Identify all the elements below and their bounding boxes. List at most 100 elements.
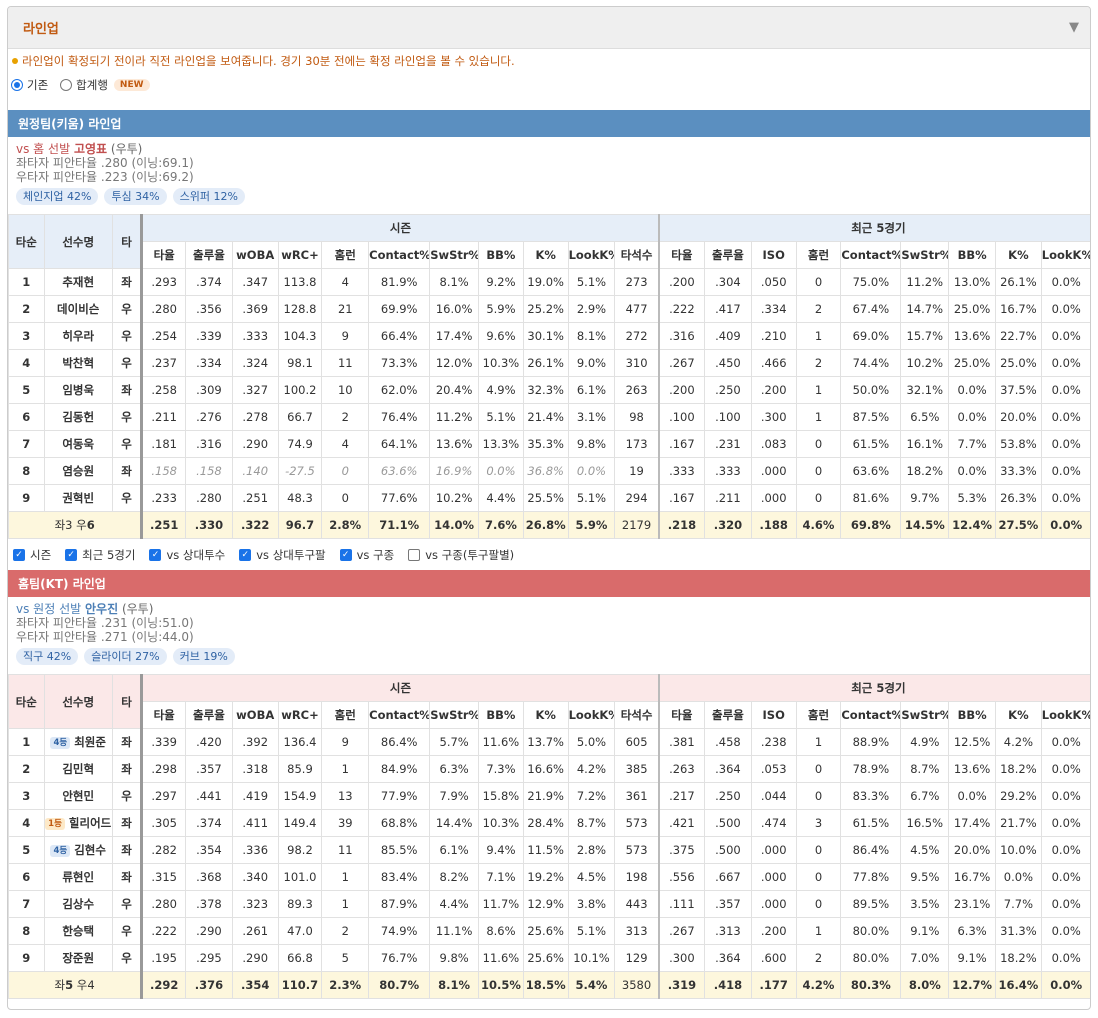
col-season-stat[interactable]: Contact% bbox=[368, 701, 431, 729]
col-recent-stat[interactable]: 홈런 bbox=[795, 241, 842, 269]
player-name-cell[interactable]: 한승택 bbox=[43, 917, 113, 945]
lineup-header[interactable]: 라인업 ▼ bbox=[8, 7, 1090, 49]
col-season-stat[interactable]: 타율 bbox=[141, 701, 187, 729]
player-name[interactable]: 염승원 bbox=[62, 464, 94, 478]
col-season-stat[interactable]: 타율 bbox=[141, 241, 187, 269]
col-recent-stat[interactable]: SwStr% bbox=[900, 701, 950, 729]
player-name[interactable]: 추재현 bbox=[62, 275, 94, 289]
col-recent-stat[interactable]: SwStr% bbox=[900, 241, 950, 269]
player-name[interactable]: 김민혁 bbox=[62, 762, 94, 776]
col-season-stat[interactable]: K% bbox=[522, 241, 569, 269]
player-name-cell[interactable]: 김상수 bbox=[43, 890, 113, 918]
col-recent-stat[interactable]: LookK% bbox=[1040, 701, 1090, 729]
pitcher-name[interactable]: 안우진 bbox=[85, 602, 118, 616]
table-row[interactable]: 2 데이비슨 우 .280.356.369 128.8 21 69.9% 16.0% 5.9% 2… bbox=[8, 295, 1090, 323]
player-name-cell[interactable]: 박찬혁 bbox=[43, 349, 113, 377]
col-season-stat[interactable]: BB% bbox=[478, 241, 524, 269]
col-season-stat[interactable]: wRC+ bbox=[277, 241, 323, 269]
player-name-cell[interactable]: 여동욱 bbox=[43, 430, 113, 458]
col-recent-stat[interactable]: K% bbox=[995, 701, 1042, 729]
col-bat[interactable]: 타 bbox=[111, 674, 144, 729]
player-name[interactable]: 김현수 bbox=[74, 843, 106, 857]
col-season-stat[interactable]: SwStr% bbox=[429, 701, 480, 729]
radio-unchecked-icon[interactable] bbox=[60, 79, 73, 91]
checkbox-checked-icon[interactable]: ✓ bbox=[339, 548, 352, 561]
player-name-cell[interactable]: 4등 김현수 bbox=[43, 836, 113, 864]
player-name[interactable]: 한승택 bbox=[62, 924, 94, 938]
player-name-cell[interactable]: 김동헌 bbox=[43, 403, 113, 431]
player-name-cell[interactable]: 김민혁 bbox=[43, 755, 113, 783]
col-season-stat[interactable]: 타석수 bbox=[614, 701, 660, 729]
table-row[interactable]: 1 4등 최원준 좌 .339.420.392 136.4 9 86.4% 5.7% 11.6% 1… bbox=[8, 728, 1090, 756]
player-name-cell[interactable]: 염승원 bbox=[43, 457, 113, 485]
col-recent-stat[interactable]: Contact% bbox=[840, 701, 902, 729]
player-name-cell[interactable]: 데이비슨 bbox=[43, 295, 113, 323]
col-recent-stat[interactable]: BB% bbox=[948, 701, 996, 729]
col-recent-stat[interactable]: K% bbox=[995, 241, 1042, 269]
col-season-stat[interactable]: 출루율 bbox=[185, 241, 233, 269]
table-row[interactable]: 5 임병욱 좌 .258.309.327 100.2 10 62.0% 20.4% 4.9% 32… bbox=[8, 376, 1090, 404]
mode-sum-radio[interactable]: 합계행 bbox=[60, 77, 108, 93]
player-name-cell[interactable]: 4등 최원준 bbox=[43, 728, 113, 756]
player-name-cell[interactable]: 류현인 bbox=[43, 863, 113, 891]
col-season-stat[interactable]: 타석수 bbox=[614, 241, 660, 269]
filter-checkbox[interactable]: vs 구종(투구팔별) bbox=[408, 547, 514, 563]
player-name[interactable]: 김상수 bbox=[62, 897, 94, 911]
col-season-stat[interactable]: Contact% bbox=[368, 241, 431, 269]
filter-checkbox[interactable]: ✓ 시즌 bbox=[13, 547, 51, 563]
table-row[interactable]: 6 김동헌 우 .211.276.278 66.7 2 76.4% 11.2% 5.1% 21.4… bbox=[8, 403, 1090, 431]
col-recent-stat[interactable]: LookK% bbox=[1040, 241, 1090, 269]
table-row[interactable]: 9 권혁빈 우 .233.280.251 48.3 0 77.6% 10.2% 4.4% 25.5… bbox=[8, 484, 1090, 512]
table-row[interactable]: 7 김상수 우 .280.378.323 89.3 1 87.9% 4.4% 11.7% 12.9… bbox=[8, 890, 1090, 918]
col-season-stat[interactable]: LookK% bbox=[567, 241, 616, 269]
col-season-stat[interactable]: wRC+ bbox=[277, 701, 323, 729]
player-name[interactable]: 여동욱 bbox=[62, 437, 94, 451]
table-row[interactable]: 5 4등 김현수 좌 .282.354.336 98.2 11 85.5% 6.1% 9.4% 11… bbox=[8, 836, 1090, 864]
checkbox-unchecked-icon[interactable] bbox=[408, 548, 421, 561]
filter-checkbox[interactable]: ✓ 최근 5경기 bbox=[65, 547, 135, 563]
col-recent-stat[interactable]: 홈런 bbox=[795, 701, 842, 729]
col-recent-stat[interactable]: 출루율 bbox=[704, 701, 752, 729]
table-row[interactable]: 3 안현민 우 .297.441.419 154.9 13 77.9% 7.9% 15.8% 21… bbox=[8, 782, 1090, 810]
col-season-stat[interactable]: K% bbox=[522, 701, 569, 729]
col-recent-stat[interactable]: 타율 bbox=[658, 241, 706, 269]
col-player[interactable]: 선수명 bbox=[43, 674, 113, 729]
table-row[interactable]: 2 김민혁 좌 .298.357.318 85.9 1 84.9% 6.3% 7.3% 16.6%… bbox=[8, 755, 1090, 783]
table-row[interactable]: 8 한승택 우 .222.290.261 47.0 2 74.9% 11.1% 8.6% 25.6… bbox=[8, 917, 1090, 945]
player-name-cell[interactable]: 임병욱 bbox=[43, 376, 113, 404]
checkbox-checked-icon[interactable]: ✓ bbox=[65, 548, 78, 561]
col-season-stat[interactable]: LookK% bbox=[567, 701, 616, 729]
table-row[interactable]: 4 1등 힐리어드 좌 .305.374.411 149.4 39 68.8% 14.4% 10.… bbox=[8, 809, 1090, 837]
player-name[interactable]: 데이비슨 bbox=[57, 302, 99, 316]
player-name[interactable]: 안현민 bbox=[62, 789, 94, 803]
table-row[interactable]: 6 류현인 좌 .315.368.340 101.0 1 83.4% 8.2% 7.1% 19.2… bbox=[8, 863, 1090, 891]
filter-checkbox[interactable]: ✓ vs 구종 bbox=[339, 547, 394, 563]
player-name-cell[interactable]: 권혁빈 bbox=[43, 484, 113, 512]
col-recent-stat[interactable]: ISO bbox=[750, 241, 797, 269]
col-order[interactable]: 타순 bbox=[8, 214, 45, 269]
table-row[interactable]: 9 장준원 우 .195.295.290 66.8 5 76.7% 9.8% 11.6% 25.6… bbox=[8, 944, 1090, 972]
filter-checkbox[interactable]: ✓ vs 상대투구팔 bbox=[239, 547, 326, 563]
radio-checked-icon[interactable] bbox=[11, 79, 23, 91]
col-season-stat[interactable]: 출루율 bbox=[185, 701, 233, 729]
col-season-stat[interactable]: SwStr% bbox=[429, 241, 480, 269]
player-name-cell[interactable]: 장준원 bbox=[43, 944, 113, 972]
col-recent-stat[interactable]: BB% bbox=[948, 241, 996, 269]
col-season-stat[interactable]: 홈런 bbox=[321, 241, 370, 269]
col-recent-stat[interactable]: 출루율 bbox=[704, 241, 752, 269]
player-name[interactable]: 박찬혁 bbox=[62, 356, 94, 370]
table-row[interactable]: 4 박찬혁 우 .237.334.324 98.1 11 73.3% 12.0% 10.3% 26… bbox=[8, 349, 1090, 377]
col-recent-stat[interactable]: 타율 bbox=[658, 701, 706, 729]
col-bat[interactable]: 타 bbox=[111, 214, 144, 269]
col-season-stat[interactable]: 홈런 bbox=[321, 701, 370, 729]
checkbox-checked-icon[interactable]: ✓ bbox=[13, 548, 25, 561]
player-name[interactable]: 힐리어드 bbox=[69, 816, 111, 830]
player-name[interactable]: 권혁빈 bbox=[62, 491, 94, 505]
collapse-caret-icon[interactable]: ▼ bbox=[1069, 20, 1079, 35]
table-row[interactable]: 8 염승원 좌 .158.158.140 -27.5 0 63.6% 16.9% 0.0% 36.… bbox=[8, 457, 1090, 485]
table-row[interactable]: 3 히우라 우 .254.339.333 104.3 9 66.4% 17.4% 9.6% 30.… bbox=[8, 322, 1090, 350]
table-row[interactable]: 7 여동욱 우 .181.316.290 74.9 4 64.1% 13.6% 13.3% 35.… bbox=[8, 430, 1090, 458]
filter-checkbox[interactable]: ✓ vs 상대투수 bbox=[149, 547, 225, 563]
player-name-cell[interactable]: 1등 힐리어드 bbox=[43, 809, 113, 837]
col-season-stat[interactable]: BB% bbox=[478, 701, 524, 729]
